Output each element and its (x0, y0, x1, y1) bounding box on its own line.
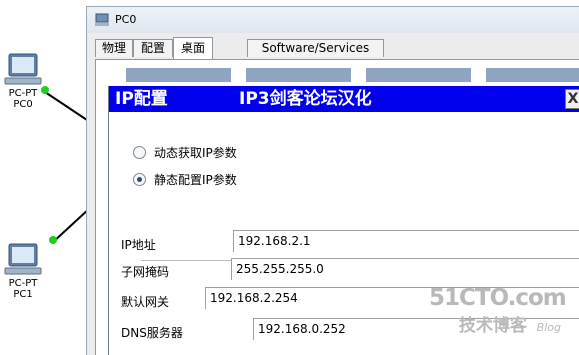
ip-address-label: IP地址 (121, 238, 156, 252)
panel-subtitle: IP3剑客论坛汉化 (239, 89, 372, 109)
close-button[interactable]: X (565, 89, 579, 109)
device-name-label: PC1 (13, 289, 33, 300)
pc-icon (4, 53, 42, 85)
topology-workspace: PC-PT PC0 PC-PT PC1 (0, 0, 90, 355)
device-pc1[interactable]: PC-PT PC1 (0, 242, 46, 300)
window-title: PC0 (115, 13, 137, 26)
desktop-strip (486, 68, 579, 82)
dns-server-label: DNS服务器 (121, 326, 183, 340)
subnet-mask-label: 子网掩码 (121, 265, 170, 279)
subnet-mask-input[interactable]: 255.255.255.0 (231, 258, 579, 280)
radio-button[interactable] (133, 173, 146, 186)
desktop-strip (366, 68, 471, 82)
radio-button[interactable] (133, 146, 146, 159)
device-type-label: PC-PT (8, 88, 38, 99)
static-option[interactable]: 静态配置IP参数 (133, 171, 237, 188)
window-titlebar[interactable]: PC0 (87, 7, 579, 33)
device-name-label: PC0 (13, 99, 33, 110)
tab-physical[interactable]: 物理 (95, 39, 133, 57)
ip-address-input[interactable]: 192.168.2.1 (233, 230, 579, 252)
gateway-input[interactable]: 192.168.2.254 (205, 287, 579, 309)
desktop-strip (246, 68, 351, 82)
panel-title: IP配置 (115, 89, 168, 109)
desktop-strip (126, 68, 231, 82)
tab-config[interactable]: 配置 (133, 39, 173, 57)
tab-desktop[interactable]: 桌面 (173, 37, 213, 59)
device-pc0[interactable]: PC-PT PC0 (0, 52, 46, 110)
ip-config-panel: IP配置 IP3剑客论坛汉化 X 动态获取IP参数 静态配置IP参数 IP地址 … (108, 86, 579, 355)
gateway-label: 默认网关 (121, 295, 170, 309)
device-type-label: PC-PT (8, 278, 38, 289)
pc-icon (4, 243, 42, 275)
pc0-window: PC0 物理 配置 桌面 Software/Services IP配置 IP3剑… (86, 6, 579, 355)
dns-server-input[interactable]: 192.168.0.252 (253, 318, 579, 340)
desktop-tab-body: IP配置 IP3剑客论坛汉化 X 动态获取IP参数 静态配置IP参数 IP地址 … (95, 59, 579, 355)
dhcp-option[interactable]: 动态获取IP参数 (133, 144, 237, 161)
link-status-light (49, 236, 57, 244)
app-icon (95, 13, 109, 26)
static-label: 静态配置IP参数 (154, 173, 237, 187)
dhcp-label: 动态获取IP参数 (154, 146, 237, 160)
ip-config-header: IP配置 IP3剑客论坛汉化 X (109, 86, 579, 112)
tab-software-services[interactable]: Software/Services (247, 39, 384, 57)
